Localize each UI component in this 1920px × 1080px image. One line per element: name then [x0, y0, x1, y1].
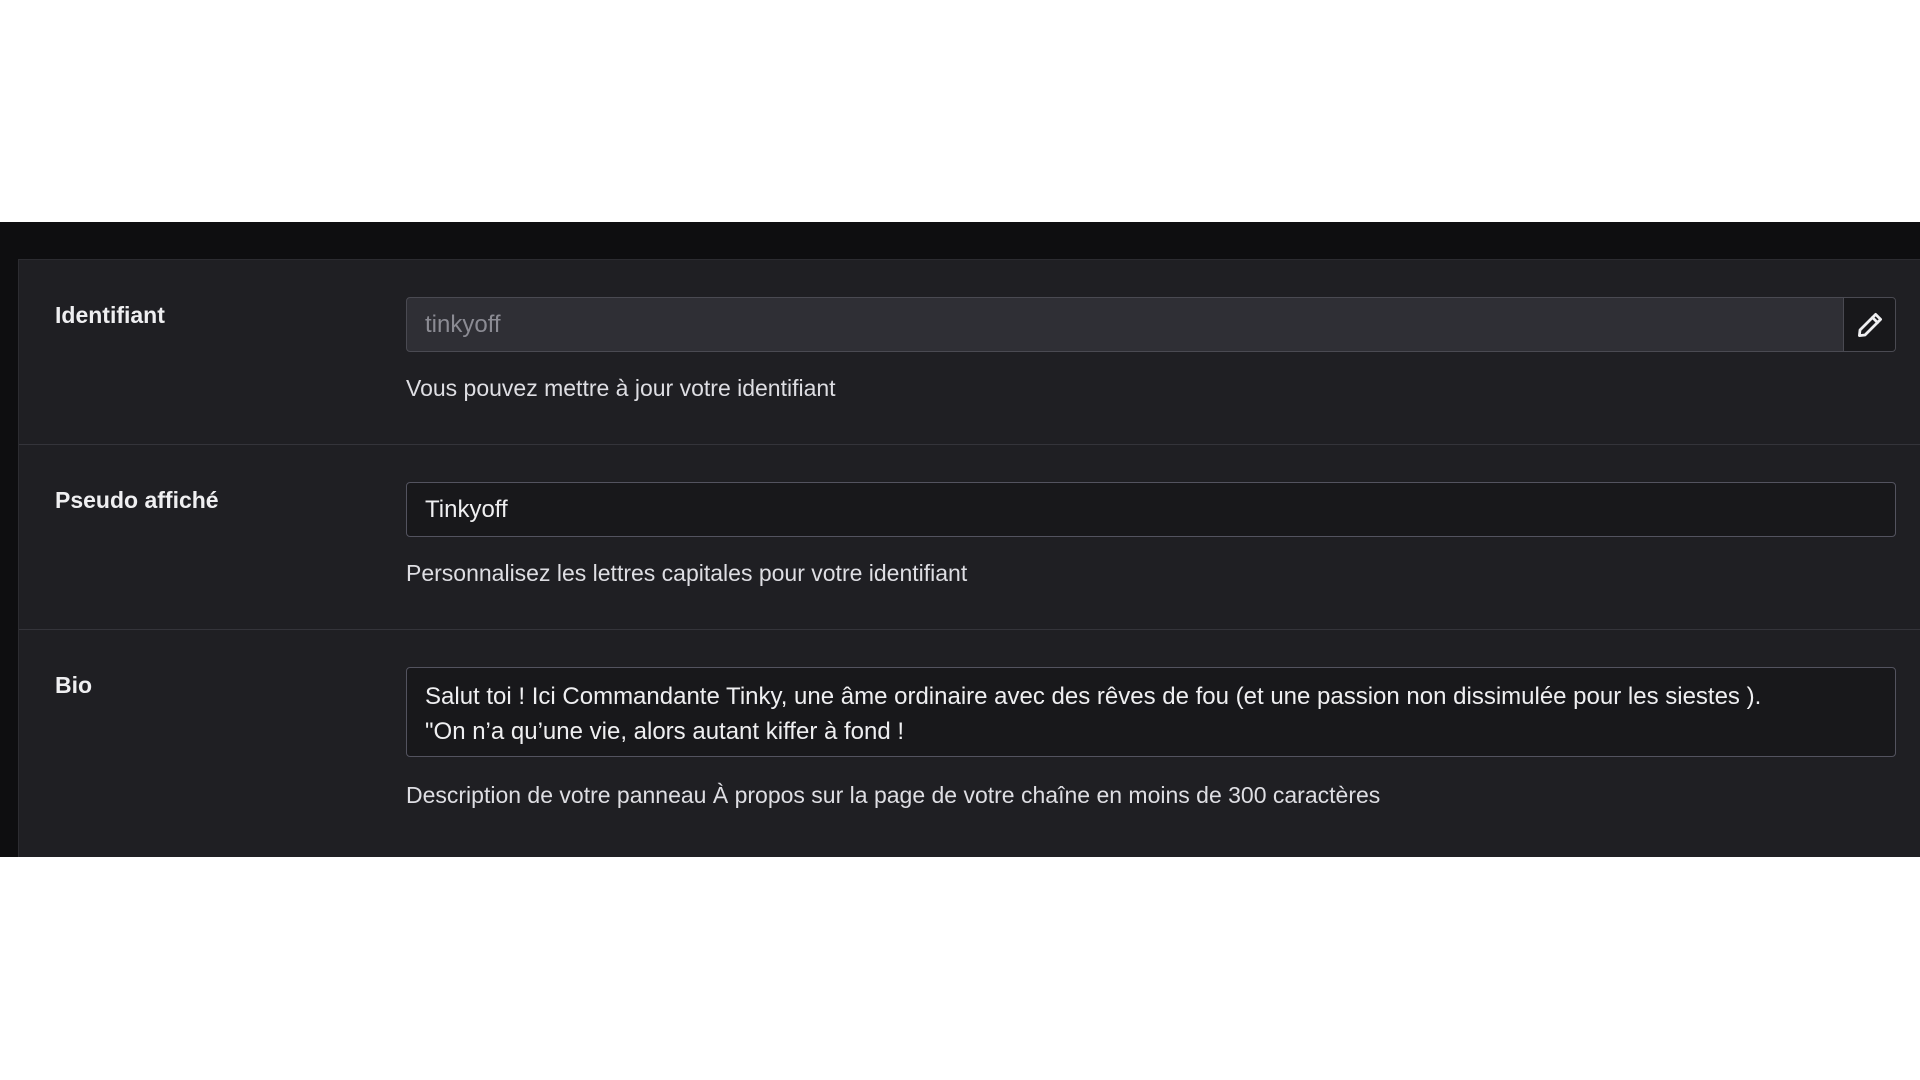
bio-row: Bio Salut toi ! Ici Commandante Tinky, u…: [19, 630, 1920, 851]
display-name-label: Pseudo affiché: [55, 487, 219, 513]
display-name-row: Pseudo affiché Tinkyoff Personnalisez le…: [19, 445, 1920, 630]
display-name-help-text: Personnalisez les lettres capitales pour…: [406, 560, 968, 586]
display-name-input[interactable]: Tinkyoff: [406, 482, 1896, 537]
bio-help-text: Description de votre panneau À propos su…: [406, 782, 1381, 808]
settings-screenshot: Identifiant tinkyoff Vous pouvez mettre …: [0, 222, 1920, 857]
username-row: Identifiant tinkyoff Vous pouvez mettre …: [19, 260, 1920, 445]
edit-username-button[interactable]: [1843, 298, 1895, 351]
profile-settings-panel: Identifiant tinkyoff Vous pouvez mettre …: [18, 259, 1920, 857]
username-field: tinkyoff: [406, 297, 1896, 352]
username-value: tinkyoff: [425, 311, 501, 338]
username-label: Identifiant: [55, 302, 165, 328]
pencil-icon: [1857, 312, 1882, 337]
bio-textarea[interactable]: Salut toi ! Ici Commandante Tinky, une â…: [406, 667, 1896, 757]
username-help-text: Vous pouvez mettre à jour votre identifi…: [406, 375, 836, 401]
bio-label: Bio: [55, 672, 93, 698]
